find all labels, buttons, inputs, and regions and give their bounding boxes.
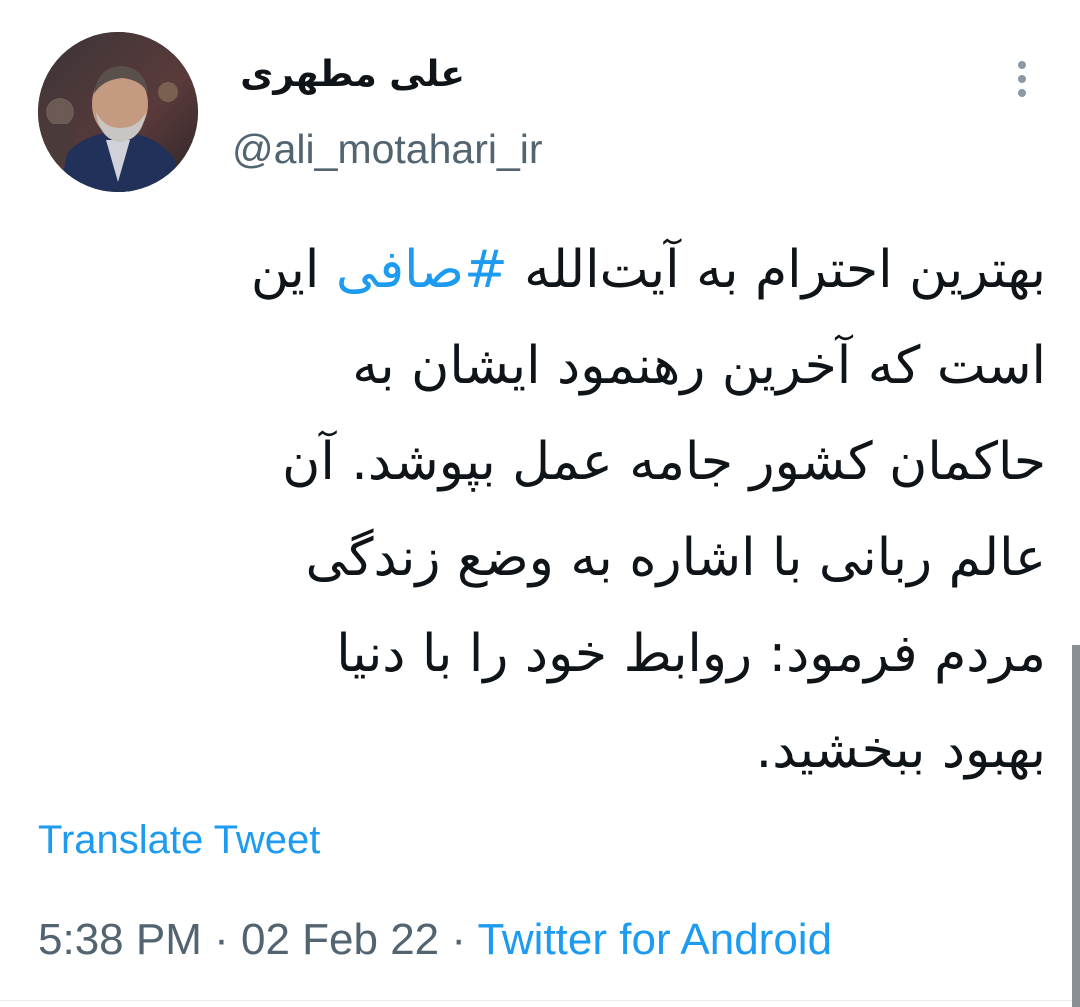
tweet-time[interactable]: 5:38 PM (38, 915, 202, 964)
tweet-text-segment: این (250, 240, 336, 300)
divider (0, 1000, 1080, 1001)
tweet-text-line: بهترین احترام به آیت‌الله #صافی این (30, 222, 1046, 318)
meta-separator: · (439, 915, 478, 964)
tweet-text: بهترین احترام به آیت‌الله #صافی این است … (30, 222, 1046, 798)
author-handle[interactable]: @ali_motahari_ir (232, 124, 543, 174)
hashtag-link[interactable]: #صافی (336, 240, 508, 300)
scrollbar[interactable] (1072, 645, 1080, 1007)
tweet-source-link[interactable]: Twitter for Android (477, 915, 832, 964)
tweet-text-line: عالم ربانی با اشاره به وضع زندگی (305, 528, 1046, 588)
avatar-photo (38, 32, 198, 192)
author-display-name[interactable]: علی مطهری (225, 50, 465, 100)
tweet-text-segment: بهترین احترام به آیت‌الله (507, 240, 1046, 300)
tweet-text-line: بهبود ببخشید. (755, 720, 1046, 780)
tweet-card: علی مطهری @ali_motahari_ir بهترین احترام… (0, 0, 1080, 1007)
tweet-text-line: است که آخرین رهنمود ایشان به (352, 336, 1046, 396)
more-options-button[interactable] (1002, 55, 1042, 103)
tweet-metadata: 5:38 PM · 02 Feb 22 · Twitter for Androi… (38, 912, 832, 968)
more-vertical-icon (1018, 75, 1026, 83)
avatar[interactable] (38, 32, 198, 192)
tweet-text-line: حاکمان کشور جامه عمل بپوشد. آن (282, 432, 1046, 492)
tweet-text-line: مردم فرمود: روابط خود را با دنیا (336, 624, 1046, 684)
more-vertical-icon (1018, 89, 1026, 97)
translate-tweet-link[interactable]: Translate Tweet (38, 815, 320, 865)
meta-separator: · (201, 915, 241, 964)
more-vertical-icon (1018, 61, 1026, 69)
tweet-date[interactable]: 02 Feb 22 (241, 915, 439, 964)
